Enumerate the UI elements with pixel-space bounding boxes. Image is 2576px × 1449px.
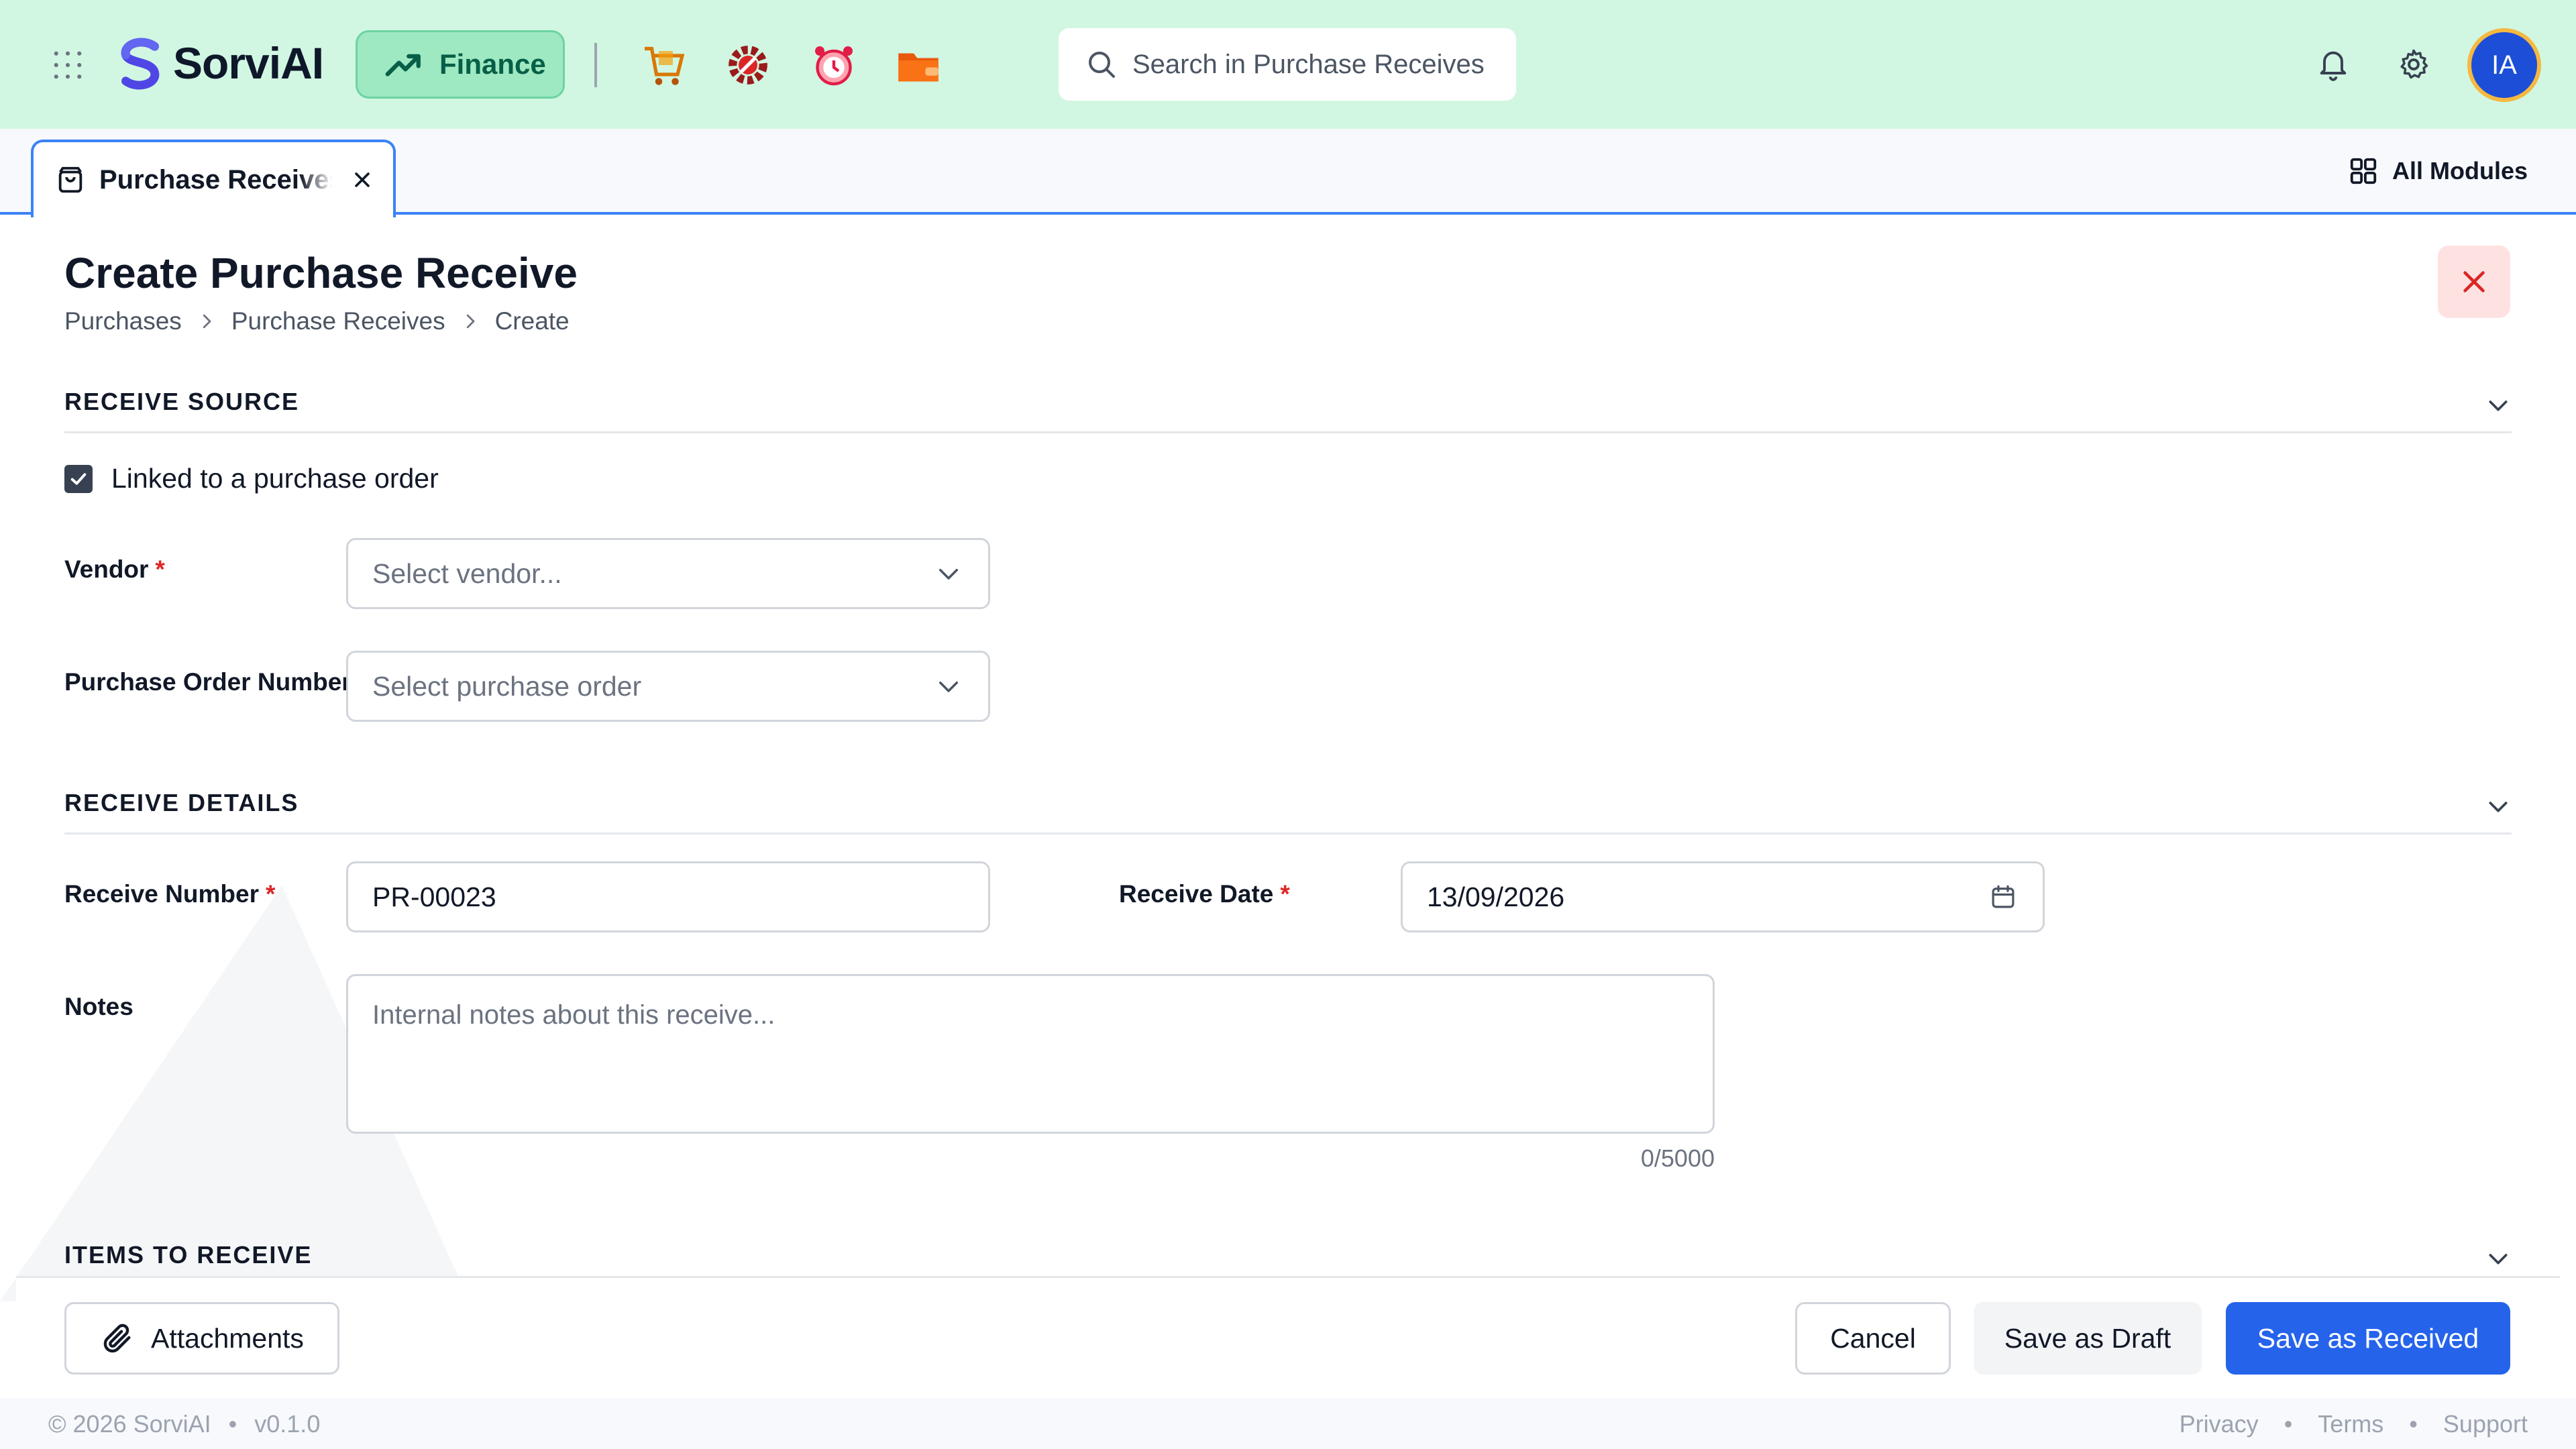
receive-number-input[interactable]: PR-00023 — [346, 861, 990, 932]
vendor-placeholder: Select vendor... — [372, 557, 562, 589]
section-receive-source[interactable]: RECEIVE SOURCE — [64, 388, 2512, 433]
top-bar: SorviAI Finance Search in Purchase Recei — [0, 0, 2576, 129]
receive-date-value: 13/09/2026 — [1427, 881, 1565, 912]
po-number-placeholder: Select purchase order — [372, 670, 642, 702]
all-modules-button[interactable]: All Modules — [2348, 156, 2528, 186]
breadcrumb-purchase-receives[interactable]: Purchase Receives — [231, 307, 445, 335]
terms-link[interactable]: Terms — [2318, 1410, 2383, 1438]
vendor-label: Vendor * — [64, 555, 165, 583]
copyright: © 2026 SorviAI — [48, 1410, 211, 1438]
footer-links: Privacy • Terms • Support — [2180, 1410, 2528, 1438]
chevron-down-icon — [939, 682, 958, 692]
all-modules-label: All Modules — [2392, 157, 2528, 184]
linked-po-row: Linked to a purchase order — [64, 463, 439, 494]
form-actions-bar: Attachments Cancel Save as Draft Save as… — [16, 1276, 2560, 1397]
footer-separator: • — [2409, 1410, 2418, 1438]
receive-date-input[interactable]: 13/09/2026 — [1401, 861, 2045, 932]
receive-date-label: Receive Date * — [1119, 880, 1290, 908]
apps-grid-icon[interactable] — [52, 50, 83, 80]
tab-bar: Purchase Receives All Modules — [0, 129, 2576, 217]
toolbar-divider — [594, 43, 597, 87]
chevron-down-icon[interactable] — [2485, 793, 2512, 820]
chevron-down-icon[interactable] — [2485, 392, 2512, 419]
privacy-link[interactable]: Privacy — [2180, 1410, 2259, 1438]
chevron-down-icon — [939, 569, 958, 580]
alarm-clock-icon[interactable] — [810, 42, 857, 89]
section-title: RECEIVE DETAILS — [64, 789, 299, 816]
save-received-button[interactable]: Save as Received — [2226, 1302, 2510, 1375]
attachments-button[interactable]: Attachments — [64, 1302, 339, 1375]
support-link[interactable]: Support — [2443, 1410, 2528, 1438]
notes-char-counter: 0/5000 — [1640, 1144, 1715, 1172]
vendor-select[interactable]: Select vendor... — [346, 538, 990, 609]
close-page-button[interactable] — [2438, 246, 2510, 318]
attachments-label: Attachments — [151, 1322, 304, 1354]
bell-icon[interactable] — [2316, 47, 2351, 82]
footer-separator: • — [2284, 1410, 2293, 1438]
chevron-right-icon — [203, 314, 211, 329]
chevron-down-icon[interactable] — [2485, 1245, 2512, 1272]
receive-number-label: Receive Number * — [64, 880, 276, 908]
calendar-icon[interactable] — [1989, 883, 2017, 911]
po-number-select[interactable]: Select purchase order — [346, 651, 990, 722]
shopping-bag-icon — [58, 166, 83, 193]
notes-label: Notes — [64, 993, 133, 1020]
user-avatar[interactable]: IA — [2467, 28, 2541, 102]
breadcrumb-purchases[interactable]: Purchases — [64, 307, 182, 335]
chevron-right-icon — [466, 314, 474, 329]
section-receive-details[interactable]: RECEIVE DETAILS — [64, 789, 2512, 835]
app-version: v0.1.0 — [254, 1410, 321, 1438]
linked-po-label[interactable]: Linked to a purchase order — [111, 463, 439, 494]
footer-meta: © 2026 SorviAI • v0.1.0 — [48, 1410, 320, 1438]
tab-label: Purchase Receives — [99, 164, 333, 195]
section-title: ITEMS TO RECEIVE — [64, 1241, 313, 1269]
wallet-folder-icon[interactable] — [895, 42, 942, 89]
search-icon — [1089, 52, 1115, 78]
notes-textarea[interactable]: Internal notes about this receive... — [346, 974, 1715, 1134]
brand-logo-icon — [121, 38, 160, 90]
section-title: RECEIVE SOURCE — [64, 388, 300, 415]
close-icon[interactable] — [350, 168, 374, 192]
po-number-label: Purchase Order Number — [64, 668, 352, 696]
page-title: Create Purchase Receive — [64, 249, 578, 297]
trending-up-icon — [385, 54, 421, 76]
linked-po-checkbox[interactable] — [64, 464, 93, 493]
breadcrumb-create: Create — [494, 307, 570, 335]
close-icon — [2463, 271, 2485, 292]
save-draft-button[interactable]: Save as Draft — [1974, 1302, 2202, 1375]
global-search[interactable]: Search in Purchase Receives — [1059, 28, 1516, 101]
finance-module-label: Finance — [439, 48, 546, 80]
service-gear-icon[interactable] — [724, 42, 771, 89]
grid-icon — [2350, 158, 2377, 184]
breadcrumb: Purchases Purchase Receives Create — [64, 307, 570, 335]
finance-module-button[interactable]: Finance — [356, 30, 565, 99]
gear-icon[interactable] — [2396, 47, 2431, 82]
page-footer: © 2026 SorviAI • v0.1.0 Privacy • Terms … — [0, 1398, 2576, 1449]
check-icon — [70, 472, 87, 485]
search-input[interactable]: Search in Purchase Receives — [1132, 50, 1485, 80]
brand-name[interactable]: SorviAI — [173, 38, 324, 89]
tab-purchase-receives[interactable]: Purchase Receives — [31, 140, 396, 217]
paperclip-icon — [103, 1324, 131, 1353]
purchasing-cart-icon[interactable] — [640, 42, 687, 89]
cancel-button[interactable]: Cancel — [1795, 1302, 1951, 1375]
footer-separator: • — [228, 1410, 237, 1438]
receive-number-value: PR-00023 — [372, 881, 496, 912]
